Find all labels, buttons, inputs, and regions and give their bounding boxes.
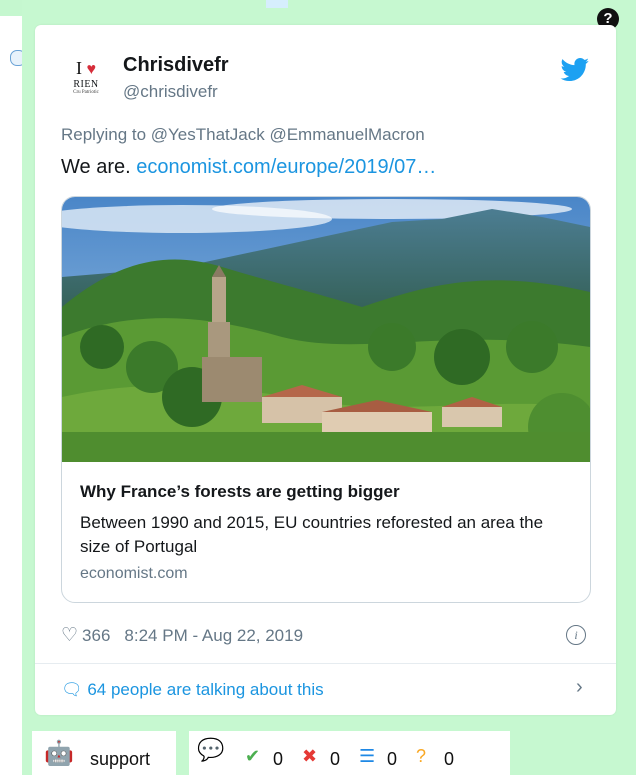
stats-bar: 💬 ✔ 0 ✖ 0 ☰ 0 ? 0: [189, 731, 510, 775]
avatar-line1: I ♥: [76, 58, 97, 78]
talking-link[interactable]: 🗨 64 people are talking about this: [61, 680, 324, 700]
link-preview-card[interactable]: Why France’s forests are getting bigger …: [61, 196, 591, 603]
avatar[interactable]: I ♥ RIEN Cru Patriotic: [61, 58, 111, 108]
timestamp[interactable]: 8:24 PM - Aug 22, 2019: [124, 626, 303, 645]
chat-group-icon: 💬: [197, 737, 225, 762]
twitter-bird-icon[interactable]: [560, 58, 590, 82]
author-handle[interactable]: @chrisdivefr: [123, 82, 218, 102]
avatar-line2: RIEN: [73, 79, 99, 90]
support-label: support: [90, 749, 151, 769]
heart-outline-icon[interactable]: ♡: [61, 625, 78, 646]
tweet-link[interactable]: economist.com/europe/2019/07…: [136, 156, 436, 178]
replying-to[interactable]: Replying to @YesThatJack @EmmanuelMacron: [61, 125, 425, 145]
tweet-text-prefix: We are.: [61, 156, 137, 178]
like-count[interactable]: 366: [82, 626, 110, 645]
question-circle-icon[interactable]: ?: [416, 746, 426, 767]
card-domain: economist.com: [80, 565, 188, 582]
card-title[interactable]: Why France’s forests are getting bigger: [80, 482, 400, 502]
list-circle-icon[interactable]: ☰: [359, 746, 375, 767]
check-circle-icon[interactable]: ✔: [245, 746, 260, 767]
card-description: Between 1990 and 2015, EU countries refo…: [80, 513, 544, 556]
x-circle-icon[interactable]: ✖: [302, 746, 317, 767]
left-strip-bar: [0, 0, 22, 16]
panel-top-gap: [266, 0, 288, 8]
article-photo: [62, 197, 590, 462]
chevron-right-icon[interactable]: ›: [576, 676, 583, 699]
stat-question-count: 0: [444, 749, 455, 769]
stat-check-count: 0: [273, 749, 284, 769]
tweet-card[interactable]: I ♥ RIEN Cru Patriotic Chrisdivefr @chri…: [35, 25, 616, 715]
speech-bubble-icon: 🗨: [61, 680, 83, 699]
stat-list-count: 0: [387, 749, 398, 769]
support-button[interactable]: 🤖 support: [32, 731, 176, 775]
info-icon[interactable]: i: [566, 625, 586, 645]
left-strip: [0, 0, 26, 775]
talking-label: 64 people are talking about this: [87, 680, 324, 699]
author-name[interactable]: Chrisdivefr: [123, 54, 229, 77]
tweet-meta: ♡ 366 8:24 PM - Aug 22, 2019: [61, 624, 303, 647]
tweet-text: We are. economist.com/europe/2019/07…: [61, 156, 436, 179]
stat-x-count: 0: [330, 749, 341, 769]
divider: [35, 663, 616, 664]
avatar-line3: Cru Patriotic: [73, 90, 99, 95]
robot-icon: 🤖: [44, 740, 74, 767]
heart-logo-icon: ♥: [86, 61, 97, 78]
